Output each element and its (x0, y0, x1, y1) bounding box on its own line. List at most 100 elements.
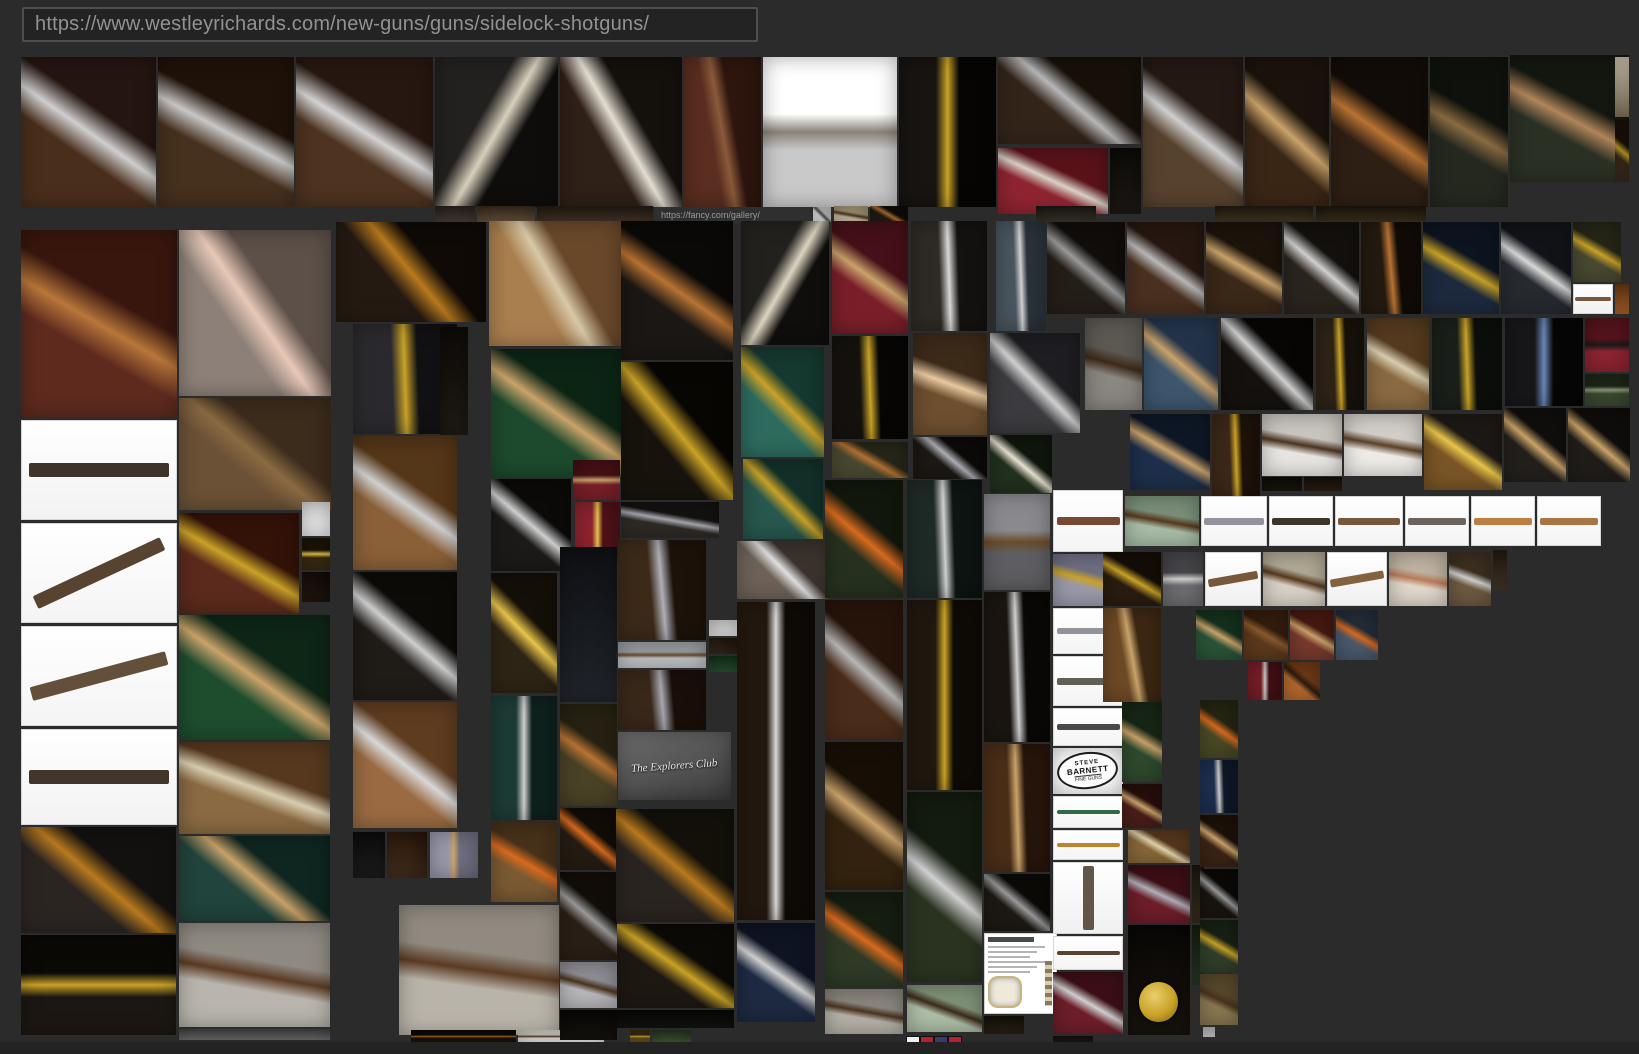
gallery-thumbnail[interactable] (1196, 610, 1242, 660)
gallery-thumbnail[interactable] (1344, 414, 1422, 476)
gallery-thumbnail[interactable] (1290, 610, 1334, 660)
gallery-thumbnail[interactable] (1143, 57, 1243, 207)
gallery-thumbnail[interactable] (1568, 408, 1630, 482)
gallery-thumbnail[interactable] (618, 670, 706, 730)
gallery-thumbnail-white[interactable] (1405, 496, 1469, 546)
gallery-thumbnail[interactable] (1047, 222, 1125, 314)
gallery-thumbnail[interactable] (1206, 222, 1282, 314)
gallery-thumbnail[interactable] (1103, 608, 1161, 702)
gallery-thumbnail[interactable] (560, 57, 682, 207)
gallery-thumbnail[interactable] (1128, 830, 1190, 863)
gallery-thumbnail[interactable] (984, 874, 1050, 931)
gallery-thumbnail[interactable] (1128, 865, 1190, 923)
gallery-thumbnail[interactable] (491, 696, 557, 820)
gallery-thumbnail[interactable] (990, 435, 1052, 493)
gallery-thumbnail[interactable] (179, 836, 330, 921)
gallery-thumbnail-white[interactable] (1201, 496, 1267, 546)
gallery-thumbnail[interactable] (618, 642, 706, 668)
gallery-thumbnail[interactable] (491, 349, 621, 477)
gallery-thumbnail[interactable] (1085, 318, 1142, 410)
gallery-thumbnail[interactable] (1615, 284, 1629, 314)
gallery-thumbnail[interactable] (353, 436, 457, 570)
gallery-thumbnail[interactable] (179, 742, 330, 834)
gallery-thumbnail[interactable] (737, 541, 830, 599)
gallery-thumbnail[interactable] (684, 57, 761, 207)
gallery-thumbnail[interactable] (302, 538, 330, 570)
gallery-thumbnail[interactable] (1036, 206, 1096, 221)
gallery-thumbnail[interactable] (1053, 972, 1123, 1034)
gallery-thumbnail[interactable] (913, 437, 987, 479)
gallery-thumbnail[interactable] (1573, 222, 1621, 282)
gallery-thumbnail[interactable] (353, 702, 457, 828)
gallery-thumbnail-white[interactable] (1053, 936, 1123, 970)
gallery-thumbnail[interactable] (763, 57, 897, 207)
gallery-thumbnail[interactable] (179, 230, 331, 396)
gallery-thumbnail[interactable] (1200, 920, 1238, 972)
gallery-thumbnail[interactable] (1263, 552, 1325, 606)
gallery-thumbnail[interactable] (179, 1029, 330, 1040)
gallery-thumbnail[interactable] (537, 206, 653, 222)
gallery-thumbnail[interactable] (179, 513, 299, 613)
gallery-thumbnail[interactable] (560, 1010, 617, 1040)
gallery-thumbnail[interactable] (1221, 318, 1313, 410)
gallery-thumbnail[interactable] (998, 148, 1108, 214)
gallery-thumbnail-white[interactable] (1205, 552, 1261, 606)
gallery-thumbnail[interactable] (1367, 318, 1429, 410)
gallery-thumbnail[interactable] (491, 479, 571, 571)
gallery-thumbnail[interactable] (560, 872, 617, 960)
gallery-thumbnail[interactable] (984, 494, 1050, 590)
gallery-thumbnail-white[interactable] (1053, 830, 1123, 860)
gallery-thumbnail-white[interactable] (21, 729, 177, 825)
gallery-thumbnail[interactable] (179, 615, 330, 740)
gallery-thumbnail[interactable] (832, 336, 908, 439)
gallery-thumbnail[interactable] (21, 230, 177, 418)
gallery-thumbnail[interactable] (1262, 477, 1302, 491)
gallery-thumbnail[interactable] (825, 892, 903, 987)
gallery-thumbnail[interactable] (1432, 318, 1502, 410)
gallery-thumbnail[interactable] (1284, 222, 1359, 314)
gallery-thumbnail-white[interactable] (1573, 284, 1613, 314)
gallery-thumbnail[interactable] (709, 620, 739, 636)
gallery-thumbnail[interactable] (560, 962, 617, 1008)
gallery-thumbnail[interactable] (899, 57, 996, 207)
gallery-thumbnail[interactable] (353, 572, 457, 700)
gallery-thumbnail[interactable] (1389, 552, 1447, 606)
gallery-thumbnail[interactable] (741, 347, 824, 457)
document-thumbnail[interactable] (984, 933, 1057, 1014)
gallery-thumbnail[interactable] (1501, 222, 1571, 314)
gallery-thumbnail[interactable] (1505, 318, 1583, 406)
gallery-thumbnail[interactable] (907, 480, 982, 598)
gallery-thumbnail-white[interactable] (1537, 496, 1601, 546)
explorers-club-thumbnail[interactable]: The Explorers Club (618, 732, 731, 800)
gallery-thumbnail[interactable] (984, 1016, 1024, 1034)
gallery-thumbnail[interactable] (621, 502, 719, 538)
gallery-thumbnail[interactable] (911, 221, 987, 331)
gallery-thumbnail[interactable] (1615, 57, 1629, 117)
medallion-thumbnail[interactable] (1128, 925, 1190, 1035)
gallery-thumbnail[interactable] (21, 57, 156, 207)
gallery-thumbnail[interactable] (998, 57, 1141, 144)
gallery-thumbnail[interactable] (907, 600, 982, 790)
gallery-thumbnail[interactable] (996, 221, 1046, 331)
gallery-thumbnail[interactable] (1430, 57, 1508, 207)
gallery-thumbnail[interactable] (302, 572, 330, 602)
gallery-thumbnail-white[interactable] (1335, 496, 1403, 546)
gallery-thumbnail[interactable] (353, 832, 385, 878)
gallery-thumbnail[interactable] (617, 1010, 734, 1028)
gallery-thumbnail[interactable] (430, 832, 478, 878)
gallery-thumbnail[interactable] (1122, 700, 1162, 782)
gallery-thumbnail[interactable] (573, 460, 620, 500)
gallery-thumbnail[interactable] (435, 206, 475, 222)
gallery-thumbnail[interactable] (1125, 496, 1199, 546)
gallery-thumbnail[interactable] (1203, 1027, 1215, 1037)
gallery-thumbnail[interactable] (1493, 550, 1507, 590)
gallery-thumbnail[interactable] (709, 638, 739, 654)
gallery-thumbnail[interactable] (1615, 120, 1629, 182)
gallery-thumbnail[interactable] (990, 333, 1080, 433)
gallery-thumbnail[interactable] (560, 808, 617, 870)
gallery-thumbnail[interactable] (984, 744, 1050, 872)
gallery-thumbnail[interactable] (1200, 974, 1238, 1025)
gallery-thumbnail[interactable] (1585, 374, 1629, 406)
gallery-thumbnail[interactable] (435, 57, 558, 207)
gallery-thumbnail-white[interactable] (1053, 708, 1123, 746)
